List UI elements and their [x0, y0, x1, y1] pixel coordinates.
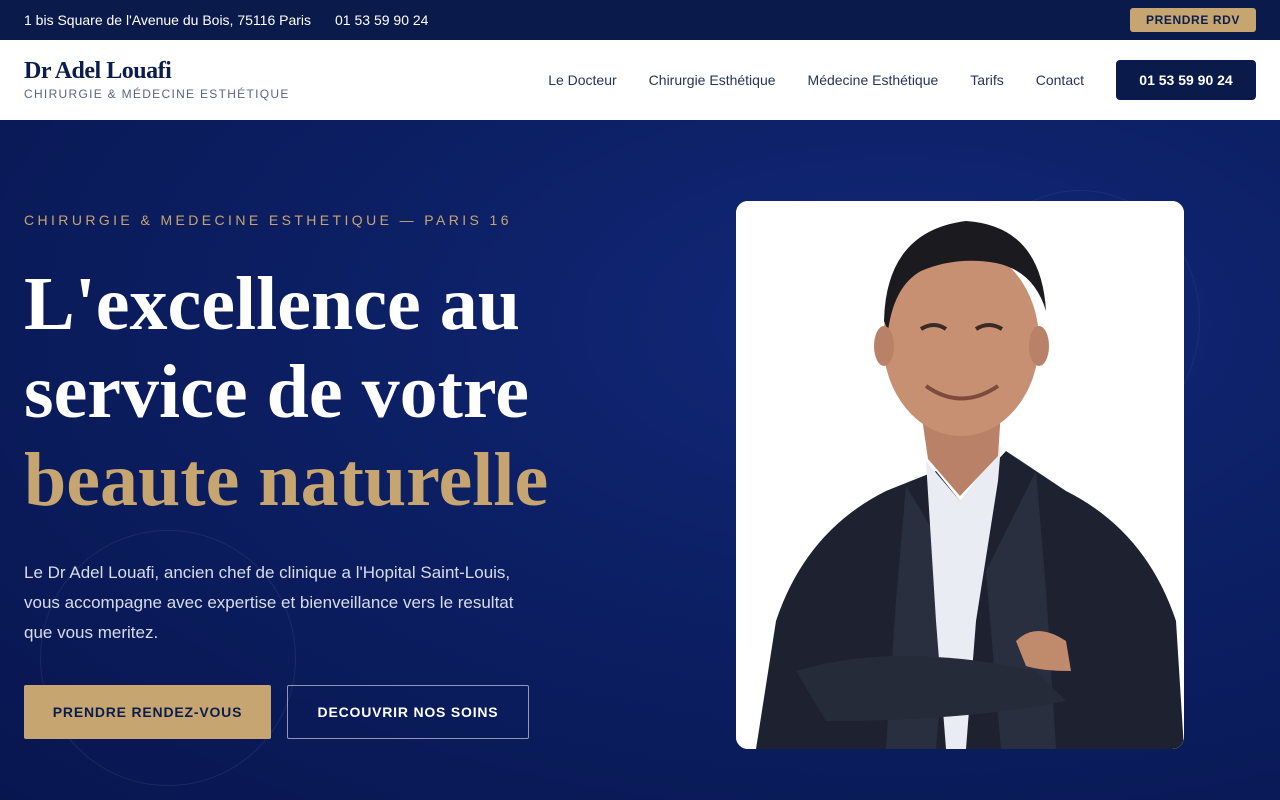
headline-line-1: L'excellence au — [24, 262, 520, 346]
discover-treatments-button[interactable]: DECOUVRIR NOS SOINS — [287, 685, 529, 739]
hero-eyebrow: CHIRURGIE & MEDECINE ESTHETIQUE — PARIS … — [24, 212, 512, 228]
hero-intro: Le Dr Adel Louafi, ancien chef de cliniq… — [24, 563, 514, 642]
brand-name: Dr Adel Louafi — [24, 58, 172, 84]
top-bar: 1 bis Square de l'Avenue du Bois, 75116 … — [0, 0, 1280, 40]
book-appointment-button[interactable]: PRENDRE RENDEZ-VOUS — [24, 685, 271, 739]
nav-item-contact[interactable]: Contact — [1036, 72, 1084, 88]
phone-call-button[interactable]: 01 53 59 90 24 — [1116, 60, 1256, 100]
top-phone-link[interactable]: 01 53 59 90 24 — [335, 12, 428, 28]
nav-item-tarifs[interactable]: Tarifs — [970, 72, 1003, 88]
headline-line-2: service de votre — [24, 350, 530, 434]
nav-item-medecine-esthetique[interactable]: Médecine Esthétique — [808, 72, 939, 88]
site-header: Dr Adel Louafi CHIRURGIE & MÉDECINE ESTH… — [0, 40, 1280, 120]
doctor-portrait — [736, 201, 1184, 749]
nav-item-chirurgie-esthetique[interactable]: Chirurgie Esthétique — [649, 72, 776, 88]
doctor-portrait-illustration — [736, 201, 1184, 749]
headline-accent: beaute naturelle — [24, 438, 549, 522]
nav-item-le-docteur[interactable]: Le Docteur — [548, 72, 616, 88]
brand-logo[interactable]: Dr Adel Louafi CHIRURGIE & MÉDECINE ESTH… — [24, 59, 290, 101]
brand-tagline: CHIRURGIE & MÉDECINE ESTHÉTIQUE — [24, 87, 290, 101]
prendre-rdv-button[interactable]: PRENDRE RDV — [1130, 8, 1256, 32]
address-text: 1 bis Square de l'Avenue du Bois, 75116 … — [24, 12, 312, 28]
main-nav: Le Docteur Chirurgie Esthétique Médecine… — [516, 60, 1256, 100]
hero-section: CHIRURGIE & MEDECINE ESTHETIQUE — PARIS … — [0, 120, 1280, 800]
hero-headline: L'excellence au service de votre beaute … — [24, 260, 644, 524]
